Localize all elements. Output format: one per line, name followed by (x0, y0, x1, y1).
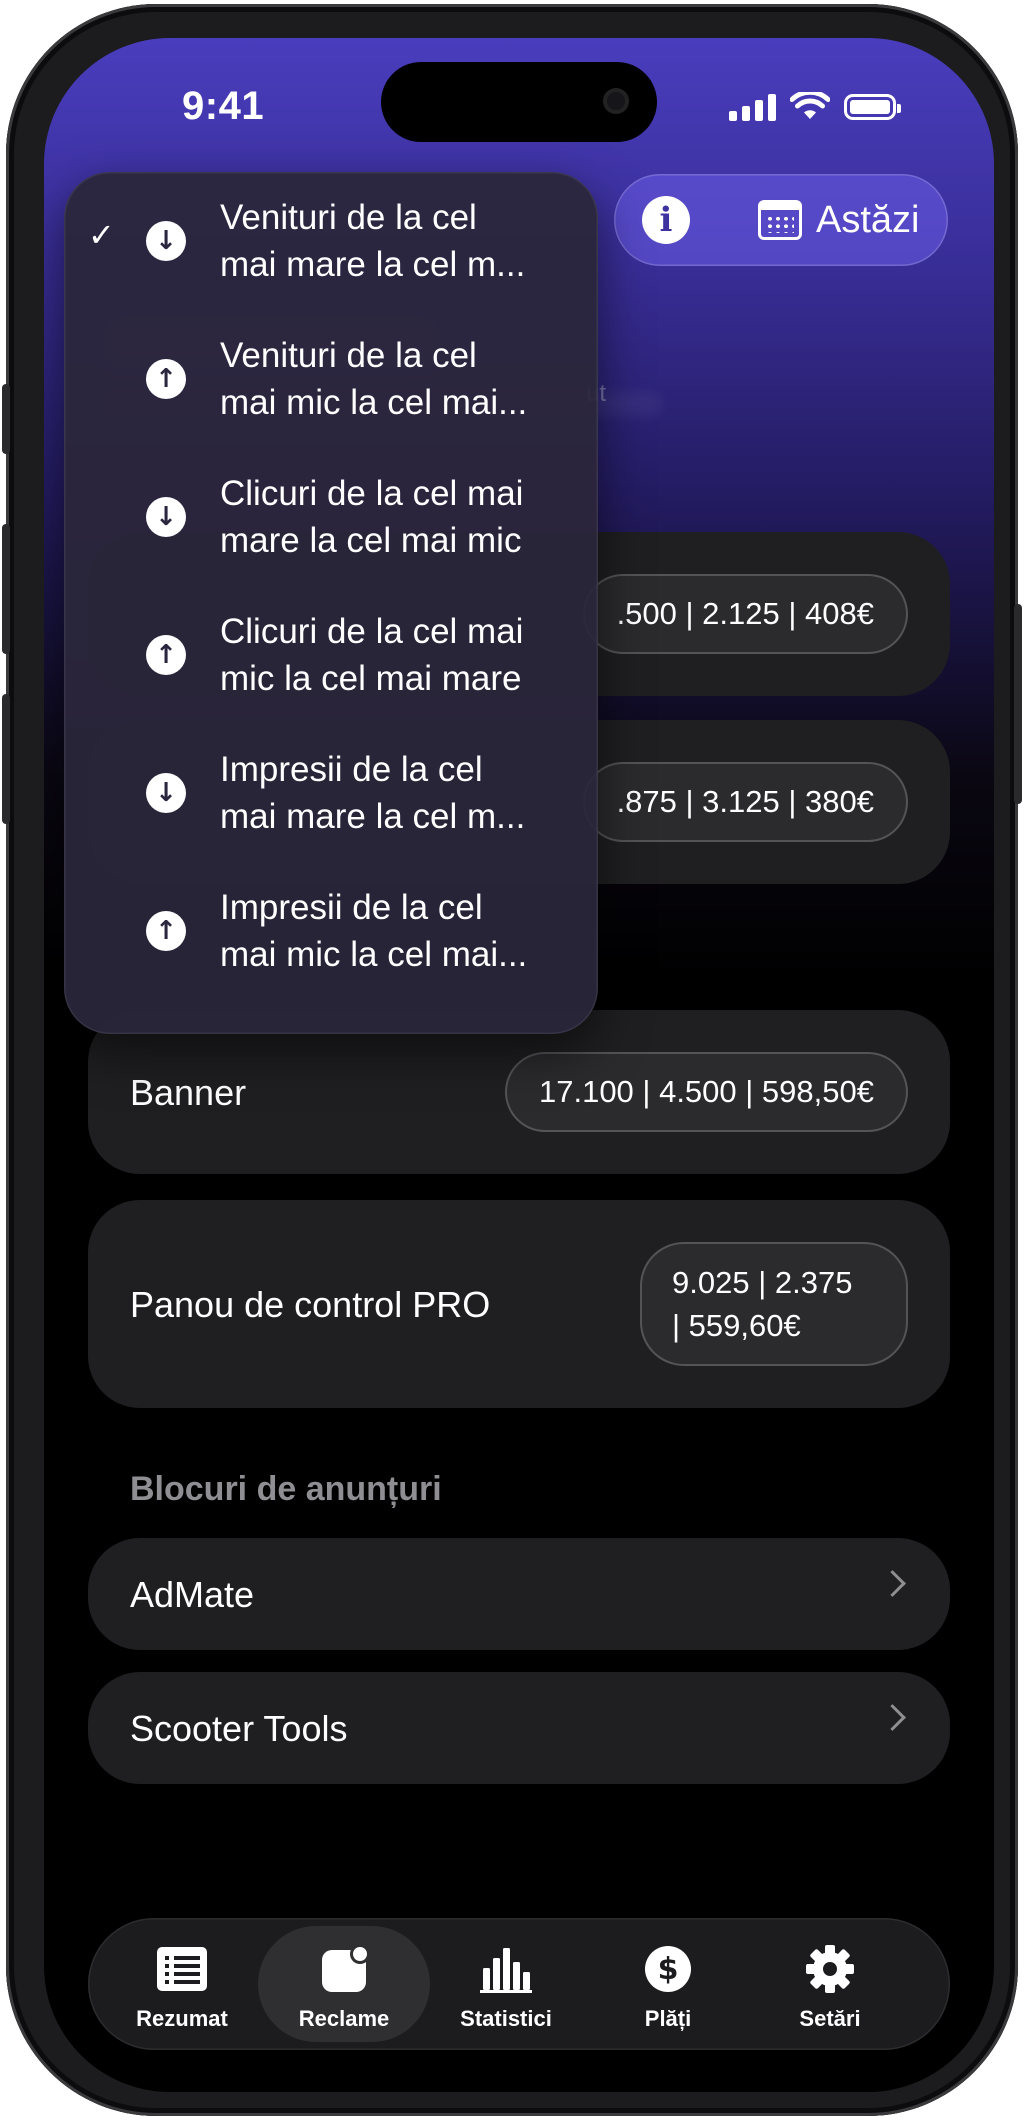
sort-dropdown-menu: ✓ ↓ Venituri de la cel mai mare la cel m… (64, 172, 598, 1034)
dynamic-island (381, 62, 657, 142)
camera-icon (603, 88, 629, 114)
placement-stats: .875 | 3.125 | 380€ (582, 762, 908, 842)
placement-row-banner[interactable]: Banner 17.100 | 4.500 | 598,50€ (88, 1010, 950, 1174)
tab-statistici[interactable]: Statistici (420, 1926, 592, 2042)
date-filter-label: Astăzi (816, 198, 920, 241)
gear-icon (806, 1945, 854, 1993)
sort-option-clicks-asc[interactable]: ↑ Clicuri de la cel mai mic la cel mai m… (64, 586, 598, 724)
screen: 9:41 ut i Astăzi .500 | 2.125 | 408€ (44, 38, 994, 2092)
ad-block-label: AdMate (130, 1574, 255, 1615)
arrow-down-circle-icon: ↓ (146, 773, 186, 813)
phone-frame: 9:41 ut i Astăzi .500 | 2.125 | 408€ (2, 4, 1022, 2116)
sort-option-clicks-desc[interactable]: ↓ Clicuri de la cel mai mare la cel mai … (64, 448, 598, 586)
tab-label: Rezumat (136, 2006, 228, 2031)
sort-option-label: Impresii de la cel mai mare la cel m... (220, 750, 526, 836)
sort-option-label: Clicuri de la cel mai mic la cel mai mar… (220, 612, 524, 698)
ad-block-label: Scooter Tools (130, 1708, 348, 1749)
tab-bar: Rezumat Reclame Statistici $ Plăți Setăr… (88, 1918, 950, 2050)
tab-rezumat[interactable]: Rezumat (96, 1926, 268, 2042)
sort-option-label: Impresii de la cel mai mic la cel mai... (220, 888, 528, 974)
sort-option-label: Clicuri de la cel mai mare la cel mai mi… (220, 474, 524, 560)
ad-blocks-section-title: Blocuri de anunțuri (130, 1470, 442, 1508)
mute-switch (2, 384, 10, 454)
sort-option-label: Venituri de la cel mai mic la cel mai... (220, 336, 528, 422)
list-icon (157, 1947, 207, 1991)
tab-label: Setări (799, 2006, 861, 2031)
calendar-icon (758, 200, 802, 240)
ad-block-row-scooter-tools[interactable]: Scooter Tools (88, 1672, 950, 1784)
ad-badge-icon (322, 1944, 370, 1992)
status-icons (729, 92, 901, 122)
power-button (1014, 604, 1022, 804)
tab-label: Plăți (644, 2006, 692, 2031)
arrow-up-circle-icon: ↑ (146, 359, 186, 399)
sort-option-impressions-desc[interactable]: ↓ Impresii de la cel mai mare la cel m..… (64, 724, 598, 862)
status-time: 9:41 (182, 84, 265, 128)
sort-option-impressions-asc[interactable]: ↑ Impresii de la cel mai mic la cel mai.… (64, 862, 598, 1000)
chevron-right-icon (879, 1570, 906, 1597)
sort-option-revenue-asc[interactable]: ↑ Venituri de la cel mai mic la cel mai.… (64, 310, 598, 448)
volume-down-button (2, 694, 10, 824)
tab-reclame[interactable]: Reclame (258, 1926, 430, 2042)
ad-block-row-admate[interactable]: AdMate (88, 1538, 950, 1650)
sort-option-revenue-desc[interactable]: ✓ ↓ Venituri de la cel mai mare la cel m… (64, 172, 598, 310)
tab-label: Reclame (298, 2006, 390, 2031)
dollar-icon: $ (645, 1946, 691, 1992)
svg-text:$: $ (658, 1952, 679, 1987)
sort-option-label: Venituri de la cel mai mare la cel m... (220, 198, 526, 284)
arrow-down-circle-icon: ↓ (146, 497, 186, 537)
signal-icon (729, 93, 776, 121)
tab-label: Statistici (460, 2006, 552, 2031)
bar-chart-icon (480, 1948, 532, 1993)
date-filter-button[interactable]: Astăzi (758, 188, 919, 252)
wifi-icon (790, 92, 830, 119)
info-icon[interactable]: i (642, 196, 690, 244)
tab-setari[interactable]: Setări (744, 1926, 916, 2042)
volume-up-button (2, 524, 10, 654)
placement-stats: 9.025 | 2.375 | 559,60€ (640, 1242, 908, 1366)
checkmark-icon: ✓ (88, 216, 115, 254)
arrow-down-circle-icon: ↓ (146, 221, 186, 261)
arrow-up-circle-icon: ↑ (146, 911, 186, 951)
battery-icon (844, 94, 901, 120)
placement-stats: .500 | 2.125 | 408€ (582, 574, 908, 654)
tab-plati[interactable]: $ Plăți (582, 1926, 754, 2042)
placement-label: Panou de control PRO (130, 1284, 491, 1325)
toolbar-pill: i Astăzi (614, 174, 948, 266)
placement-row-pro-dashboard[interactable]: Panou de control PRO 9.025 | 2.375 | 559… (88, 1200, 950, 1408)
arrow-up-circle-icon: ↑ (146, 635, 186, 675)
placement-stats: 17.100 | 4.500 | 598,50€ (504, 1052, 908, 1132)
chevron-right-icon (879, 1704, 906, 1731)
placement-label: Banner (130, 1072, 247, 1113)
